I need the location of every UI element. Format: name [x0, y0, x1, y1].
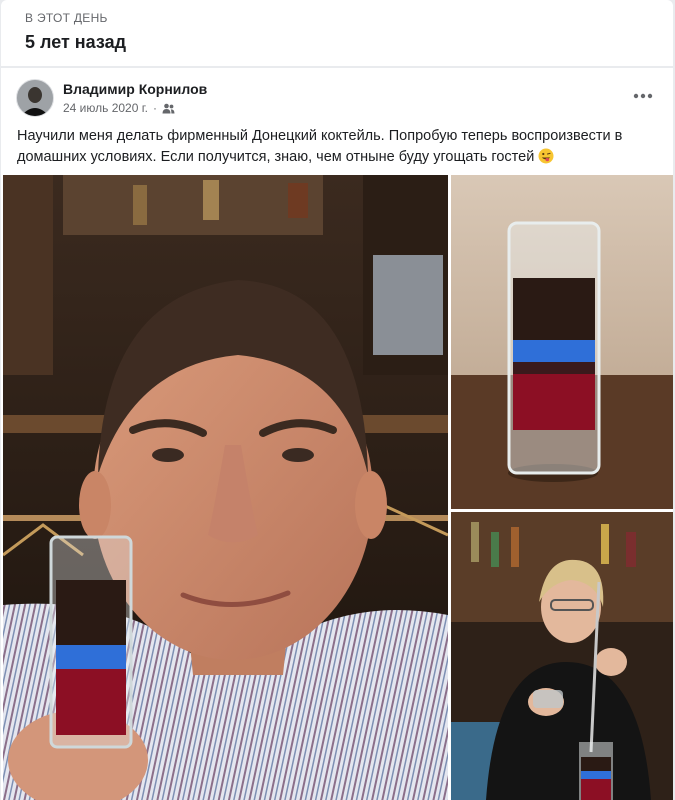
avatar[interactable]	[16, 79, 54, 117]
memory-header: В ЭТОТ ДЕНЬ 5 лет назад	[1, 0, 673, 66]
post-body: Научили меня делать фирменный Донецкий к…	[17, 126, 663, 168]
photo-glass[interactable]	[451, 175, 673, 509]
more-options-icon	[633, 93, 653, 99]
post-card: Владимир Корнилов 24 июль 2020 г. · Науч…	[1, 68, 673, 800]
friends-icon[interactable]	[162, 103, 175, 114]
memory-title[interactable]: 5 лет назад	[25, 32, 126, 53]
post-date[interactable]: 24 июль 2020 г.	[63, 101, 148, 115]
more-options-button[interactable]	[629, 86, 657, 106]
photo-bartender[interactable]	[451, 512, 673, 800]
post-meta: 24 июль 2020 г. ·	[63, 101, 175, 115]
avatar-image	[17, 80, 53, 116]
meta-separator: ·	[152, 101, 157, 115]
photo-glass-image	[451, 175, 673, 509]
memory-kicker: В ЭТОТ ДЕНЬ	[25, 11, 108, 25]
author-name[interactable]: Владимир Корнилов	[63, 81, 207, 97]
winking-tongue-emoji	[538, 148, 554, 164]
photo-main-image	[3, 175, 448, 800]
photo-bartender-image	[451, 512, 673, 800]
post-text: Научили меня делать фирменный Донецкий к…	[17, 128, 623, 165]
photo-main[interactable]	[3, 175, 448, 800]
